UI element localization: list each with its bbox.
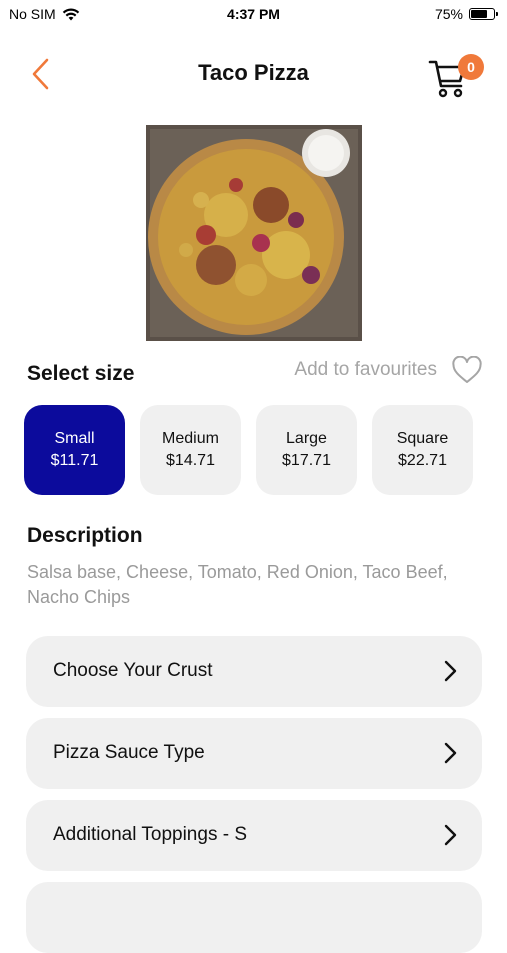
size-option-large[interactable]: Large $17.71 (256, 405, 357, 495)
battery-cap (496, 12, 498, 16)
pizza-illustration (146, 125, 362, 341)
size-name: Large (286, 430, 327, 447)
size-option-medium[interactable]: Medium $14.71 (140, 405, 241, 495)
chevron-right-icon (444, 742, 457, 764)
size-price: $17.71 (282, 452, 331, 469)
status-right: 75% (434, 6, 498, 22)
option-additional-toppings[interactable]: Additional Toppings - S (26, 800, 482, 871)
option-choose-crust[interactable]: Choose Your Crust (26, 636, 482, 707)
size-options: Small $11.71 Medium $14.71 Large $17.71 … (24, 405, 484, 495)
heart-icon (452, 356, 482, 383)
cart-button[interactable]: 0 (428, 52, 484, 100)
size-price: $11.71 (50, 452, 99, 469)
select-size-label: Select size (27, 362, 135, 385)
description-text: Salsa base, Cheese, Tomato, Red Onion, T… (27, 562, 448, 607)
header: Taco Pizza 0 (0, 48, 507, 104)
size-name: Medium (162, 430, 219, 447)
cart-count-badge: 0 (458, 54, 484, 80)
size-name: Square (396, 430, 449, 447)
battery-level (471, 10, 487, 18)
size-price: $22.71 (398, 452, 447, 469)
chevron-right-icon (444, 824, 457, 846)
option-label: Choose Your Crust (53, 660, 213, 681)
option-pizza-sauce[interactable]: Pizza Sauce Type (26, 718, 482, 789)
size-option-small[interactable]: Small $11.71 (24, 405, 125, 495)
battery-percent: 75% (434, 6, 463, 22)
battery-icon (469, 8, 498, 20)
add-to-favourites-button[interactable]: Add to favourites (294, 356, 483, 384)
size-option-square[interactable]: Square $22.71 (372, 405, 473, 495)
chevron-right-icon (444, 660, 457, 682)
option-row-partial[interactable] (26, 882, 482, 953)
size-price: $14.71 (166, 452, 215, 469)
size-name: Small (54, 430, 95, 447)
status-bar: No SIM 4:37 PM 75% (0, 0, 507, 28)
option-label: Additional Toppings - S (53, 824, 247, 845)
status-time: 4:37 PM (227, 6, 280, 22)
option-label: Pizza Sauce Type (53, 742, 205, 763)
add-to-favourites-label: Add to favourites (294, 359, 437, 380)
pizza-image (146, 125, 362, 341)
description-label: Description (27, 524, 143, 547)
